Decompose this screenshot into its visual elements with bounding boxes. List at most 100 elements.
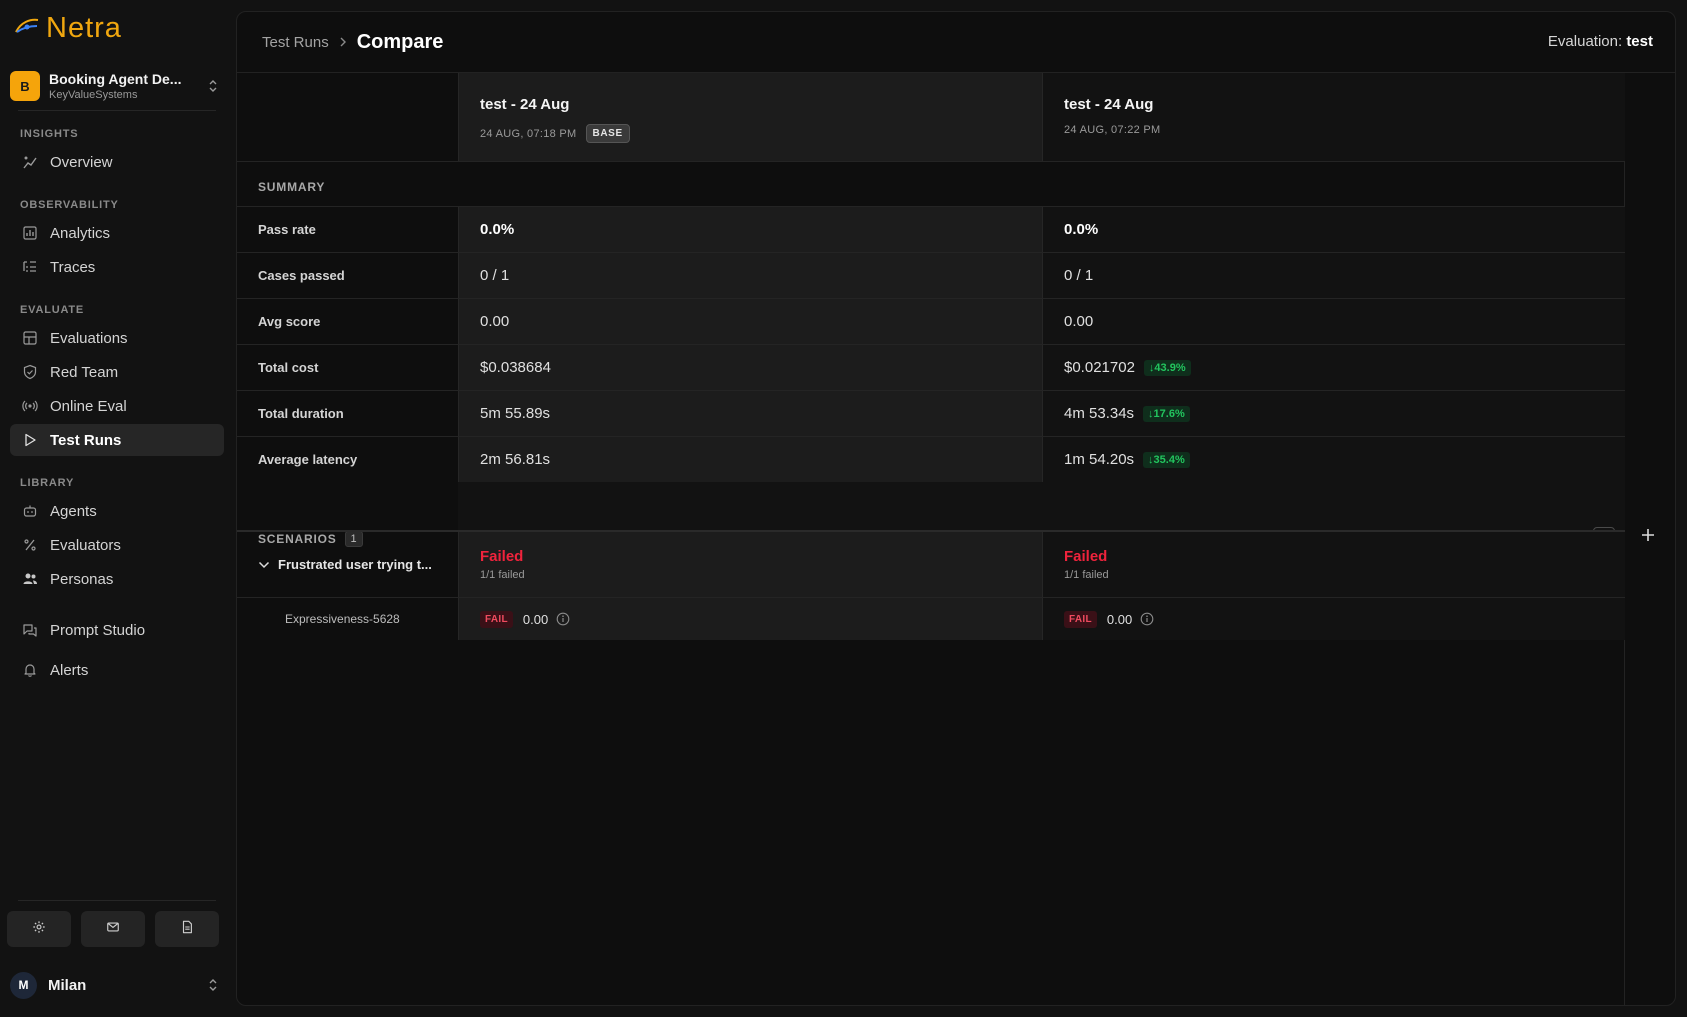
avatar: M — [10, 971, 37, 999]
sidebar-item-label: Analytics — [50, 224, 111, 242]
sidebar-item-label: Online Eval — [50, 397, 127, 415]
fail-badge: FAIL — [480, 610, 513, 628]
sidebar-item-label: Test Runs — [50, 431, 122, 449]
breadcrumb-test-runs[interactable]: Test Runs — [262, 34, 329, 51]
sidebar-item-test-runs[interactable]: Test Runs — [10, 424, 224, 456]
divider — [237, 161, 1625, 162]
netra-eye-icon — [14, 16, 40, 41]
list-tree-icon — [22, 259, 38, 275]
sidebar-item-label: Evaluators — [50, 536, 121, 554]
add-run-button[interactable] — [1640, 525, 1656, 547]
mail-icon — [106, 920, 120, 939]
delta-badge: ↓43.9% — [1143, 359, 1191, 376]
run-header-base: test - 24 Aug 24 AUG, 07:18 PM BASE — [458, 73, 1042, 161]
sidebar-item-agents[interactable]: Agents — [10, 495, 224, 527]
sidebar-item-alerts[interactable]: Alerts — [10, 654, 224, 686]
sidebar-item-label: Personas — [50, 570, 114, 588]
document-icon — [180, 920, 194, 939]
summary-value-compare: 0.0% — [1042, 207, 1625, 252]
scenario-result-base[interactable]: Failed 1/1 failed — [458, 532, 1042, 597]
chevron-up-down-icon — [206, 79, 220, 94]
summary-label-pass-rate: Pass rate — [258, 222, 316, 237]
evaluator-name: Expressiveness-5628 — [285, 612, 400, 626]
play-icon — [22, 432, 38, 448]
divider — [18, 110, 216, 111]
breadcrumb: Test Runs Compare — [262, 31, 443, 54]
base-badge: BASE — [585, 124, 630, 143]
summary-label-average-latency: Average latency — [258, 452, 358, 467]
summary-value-base: 2m 56.81s — [458, 437, 1042, 482]
evaluator-result-base: FAIL 0.00 — [458, 598, 1042, 640]
workspace-avatar: B — [10, 71, 40, 101]
run-time-text: 24 AUG, 07:18 PM — [480, 127, 577, 140]
evaluator-score: 0.00 — [522, 611, 549, 627]
run-name: test - 24 Aug — [1064, 96, 1154, 113]
sidebar-item-label: Evaluations — [50, 329, 128, 347]
settings-button[interactable] — [7, 911, 71, 947]
evaluator-score: 0.00 — [1106, 611, 1133, 627]
run-header-compare: test - 24 Aug 24 AUG, 07:22 PM — [1042, 73, 1625, 161]
percent-icon — [22, 537, 38, 553]
user-menu[interactable]: M Milan — [10, 970, 220, 1000]
sidebar-item-prompt-studio[interactable]: Prompt Studio — [10, 614, 224, 646]
bar-chart-icon — [22, 225, 38, 241]
logo[interactable]: Netra — [14, 12, 122, 45]
failed-count: 1/1 failed — [480, 569, 525, 581]
scenarios-header-bg — [458, 482, 1625, 530]
sidebar-item-label: Prompt Studio — [50, 621, 146, 639]
bot-icon — [22, 503, 38, 519]
plus-icon — [1640, 523, 1656, 548]
summary-value-text: 1m 54.20s — [1064, 451, 1135, 468]
summary-value-compare: 1m 54.20s ↓35.4% — [1042, 437, 1625, 482]
summary-value-base: 0.00 — [458, 299, 1042, 344]
chevron-right-icon — [339, 35, 347, 51]
sidebar-item-red-team[interactable]: Red Team — [10, 356, 224, 388]
summary-value-compare: 0 / 1 — [1042, 253, 1625, 298]
top-bar: Test Runs Compare Evaluation: test — [237, 12, 1675, 73]
status-failed: Failed — [1064, 548, 1108, 565]
main-panel: Test Runs Compare Evaluation: test test … — [236, 11, 1676, 1006]
summary-label-avg-score: Avg score — [258, 314, 321, 329]
sidebar-utility-buttons — [7, 911, 219, 947]
sidebar-item-evaluators[interactable]: Evaluators — [10, 529, 224, 561]
sidebar-item-label: Alerts — [50, 661, 89, 679]
workspace-switcher[interactable]: B Booking Agent De... KeyValueSystems — [10, 66, 220, 106]
summary-title: SUMMARY — [258, 180, 326, 194]
scenario-row-toggle[interactable]: Frustrated user trying t... — [237, 532, 458, 597]
run-time: 24 AUG, 07:22 PM — [1064, 124, 1161, 136]
sidebar-item-online-eval[interactable]: Online Eval — [10, 390, 224, 422]
users-icon — [22, 571, 38, 587]
sidebar-item-label: Agents — [50, 502, 97, 520]
summary-value-text: 4m 53.34s — [1064, 405, 1135, 422]
gear-icon — [32, 920, 46, 939]
fail-badge: FAIL — [1064, 610, 1097, 628]
info-icon[interactable] — [1140, 612, 1154, 626]
sidebar-item-label: Traces — [50, 258, 96, 276]
sidebar-item-traces[interactable]: Traces — [10, 251, 224, 283]
evaluation-label: Evaluation: test — [1548, 33, 1653, 50]
grid-icon — [22, 330, 38, 346]
bell-icon — [22, 662, 38, 678]
sidebar-item-label: Overview — [50, 153, 113, 171]
info-icon[interactable] — [556, 612, 570, 626]
radio-icon — [22, 398, 38, 414]
section-insights: INSIGHTS — [20, 128, 79, 140]
sparkle-chart-icon — [22, 154, 38, 170]
status-failed: Failed — [480, 548, 524, 565]
mail-button[interactable] — [81, 911, 145, 947]
delta-badge: ↓17.6% — [1143, 405, 1190, 422]
sidebar-item-evaluations[interactable]: Evaluations — [10, 322, 224, 354]
workspace-name: Booking Agent De... — [49, 71, 182, 87]
summary-value-base: 5m 55.89s — [458, 391, 1042, 436]
docs-button[interactable] — [155, 911, 219, 947]
scenario-result-compare[interactable]: Failed 1/1 failed — [1042, 532, 1625, 597]
sidebar-item-overview[interactable]: Overview — [10, 146, 224, 178]
evaluator-result-compare: FAIL 0.00 — [1042, 598, 1625, 640]
run-name: test - 24 Aug — [480, 96, 570, 113]
sidebar-item-label: Red Team — [50, 363, 119, 381]
summary-value-base: 0.0% — [458, 207, 1042, 252]
summary-value-compare: $0.021702 ↓43.9% — [1042, 345, 1625, 390]
section-observability: OBSERVABILITY — [20, 199, 119, 211]
sidebar-item-analytics[interactable]: Analytics — [10, 217, 224, 249]
sidebar-item-personas[interactable]: Personas — [10, 563, 224, 595]
